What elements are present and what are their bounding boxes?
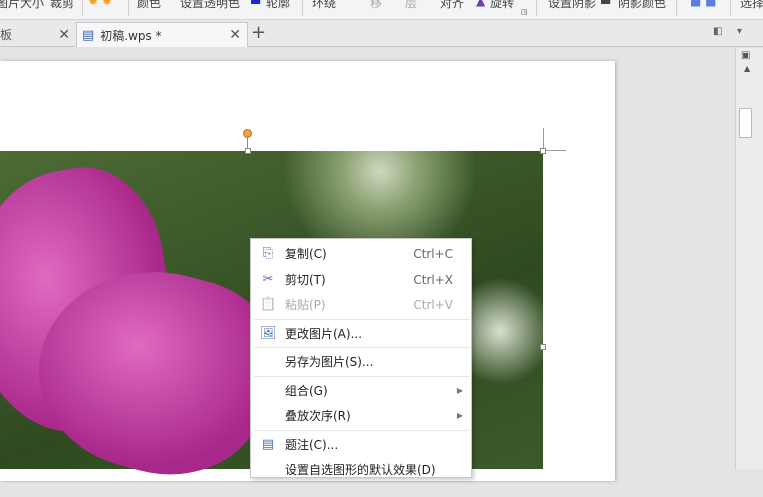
ribbon-color[interactable]: 颜色 xyxy=(137,0,161,11)
menu-divider xyxy=(254,319,470,320)
vertical-scrollbar[interactable]: ▣ ▲ xyxy=(735,48,763,469)
corner-mark xyxy=(543,128,544,150)
shadow-nudge-icon[interactable]: ■ ■ xyxy=(690,0,717,8)
ribbon-wrap[interactable]: 环绕 xyxy=(312,0,336,11)
submenu-arrow-icon: ▶ xyxy=(456,386,463,395)
ribbon-shadow[interactable]: 设置阴影 xyxy=(548,0,596,11)
menu-item-save-as-picture[interactable]: 另存为图片(S)... xyxy=(251,349,471,374)
resize-handle-top[interactable] xyxy=(245,148,251,154)
outline-color-swatch[interactable]: ▬ xyxy=(250,0,261,8)
menu-item-copy[interactable]: ⎘ 复制(C) Ctrl+C xyxy=(251,241,471,266)
tab-list-icon[interactable]: ◧ xyxy=(713,26,722,37)
menu-item-group[interactable]: 组合(G) ▶ xyxy=(251,378,471,403)
menu-item-change-picture[interactable]: 🖼 更改图片(A)... xyxy=(251,321,471,346)
scrollbar-thumb[interactable] xyxy=(739,108,752,138)
caption-icon: ▤ xyxy=(261,436,275,452)
divider xyxy=(82,0,83,16)
divider xyxy=(536,0,537,16)
scissors-icon: ✂ xyxy=(262,271,274,287)
menu-item-caption[interactable]: ▤ 题注(C)... xyxy=(251,432,471,457)
tab-label: 板 xyxy=(0,28,13,42)
brightness-icon[interactable]: ✹ ✹ xyxy=(88,0,112,8)
dialog-launcher-icon[interactable]: ◳ xyxy=(521,8,528,16)
ribbon-move[interactable]: 移 xyxy=(370,0,382,11)
menu-item-paste[interactable]: 📋 粘贴(P) Ctrl+V xyxy=(251,292,471,317)
corner-mark xyxy=(544,150,566,151)
tab-menu-icon[interactable]: ▾ xyxy=(737,26,742,37)
shadow-color-swatch[interactable]: ▬ xyxy=(600,0,611,8)
context-menu: ⎘ 复制(C) Ctrl+C ✂ 剪切(T) Ctrl+X 📋 粘贴(P) Ctrl+V 🖼… xyxy=(250,238,472,478)
picture-tools-ribbon: 图片大小 裁剪 ✹ ✹ 颜色 设置透明色 ▬ 轮廓 环绕 移 层 对齐 ▲ 旋转… xyxy=(0,0,763,20)
tab-label: 初稿.wps * xyxy=(100,28,162,43)
document-tab-bar: 板 ✕ ▤ 初稿.wps * ✕ + ◧ ▾ xyxy=(0,20,763,47)
tab-template[interactable]: 板 ✕ xyxy=(0,22,76,47)
ribbon-rotate[interactable]: 旋转 xyxy=(490,0,514,11)
ribbon-outline[interactable]: 轮廓 xyxy=(266,0,290,11)
menu-item-cut[interactable]: ✂ 剪切(T) Ctrl+X xyxy=(251,267,471,292)
new-tab-button[interactable]: + xyxy=(251,22,266,43)
menu-divider xyxy=(254,347,470,348)
rotate-icon[interactable]: ▲ xyxy=(476,0,485,8)
scroll-up-icon[interactable]: ▲ xyxy=(744,64,750,73)
ribbon-crop[interactable]: 裁剪 xyxy=(50,0,74,11)
close-icon[interactable]: ✕ xyxy=(58,27,70,43)
page-nav-icon[interactable]: ▣ xyxy=(741,50,750,61)
tab-draft[interactable]: ▤ 初稿.wps * ✕ xyxy=(76,22,248,47)
divider xyxy=(128,0,129,16)
ribbon-transparent[interactable]: 设置透明色 xyxy=(180,0,240,11)
close-icon[interactable]: ✕ xyxy=(229,27,241,43)
change-picture-icon: 🖼 xyxy=(260,325,277,341)
menu-divider xyxy=(254,376,470,377)
resize-handle-right[interactable] xyxy=(540,344,546,350)
ribbon-align[interactable]: 对齐 xyxy=(440,0,464,11)
divider xyxy=(676,0,677,16)
ribbon-select[interactable]: 选择 xyxy=(740,0,763,11)
menu-item-set-default-shape-effect[interactable]: 设置自选图形的默认效果(D) xyxy=(251,457,471,482)
menu-divider xyxy=(254,430,470,431)
divider xyxy=(730,0,731,16)
resize-handle-top-right[interactable] xyxy=(540,148,546,154)
submenu-arrow-icon: ▶ xyxy=(456,411,463,420)
ribbon-layer[interactable]: 层 xyxy=(405,0,417,11)
wps-document-icon: ▤ xyxy=(82,27,95,43)
rotate-handle[interactable] xyxy=(243,129,252,138)
divider xyxy=(302,0,303,16)
copy-icon: ⎘ xyxy=(262,245,274,261)
ribbon-size[interactable]: 图片大小 xyxy=(0,0,44,11)
ribbon-shadow-color[interactable]: 阴影颜色 xyxy=(618,0,666,11)
paste-icon: 📋 xyxy=(260,296,277,312)
menu-item-order[interactable]: 叠放次序(R) ▶ xyxy=(251,403,471,428)
